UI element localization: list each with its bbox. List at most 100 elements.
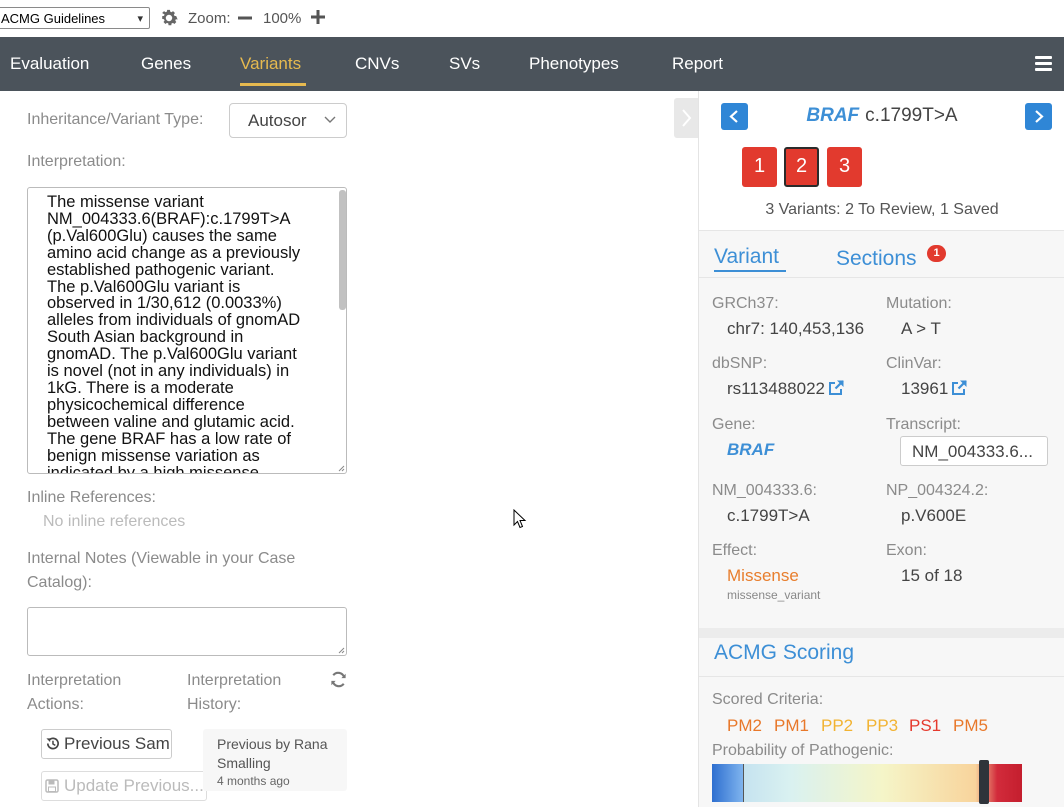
transcript-select[interactable]: NM_004333.6... [900, 436, 1048, 466]
panel-collapse-button[interactable] [674, 98, 698, 138]
tab-sections[interactable]: Sections [836, 247, 917, 271]
gene-label: Gene: [712, 416, 756, 433]
inheritance-select[interactable]: Autosor [229, 103, 347, 138]
external-link-icon [952, 380, 968, 395]
interpretation-text: The missense variant NM_004333.6(BRAF):c… [47, 193, 301, 474]
criterion-pm1[interactable]: PM1 [774, 716, 809, 736]
tab-phenotypes[interactable]: Phenotypes [529, 54, 619, 74]
exon-label: Exon: [886, 542, 927, 559]
history-icon [46, 737, 59, 750]
actions-label-cont: Actions: [27, 696, 84, 713]
tab-svs[interactable]: SVs [449, 54, 480, 74]
tab-cnvs[interactable]: CNVs [355, 54, 399, 74]
interpretation-textarea[interactable]: The missense variant NM_004333.6(BRAF):c… [27, 187, 347, 474]
variant-button-1[interactable]: 1 [742, 147, 777, 187]
section-divider [699, 628, 1064, 638]
sections-badge: 1 [927, 245, 946, 262]
acmg-header-divider [699, 676, 1064, 677]
chevron-right-icon [1035, 110, 1044, 123]
mutation-value: A > T [901, 319, 941, 338]
interpretation-label: Interpretation: [27, 153, 126, 170]
resize-grip-icon[interactable] [337, 464, 345, 472]
variant-hgvs: c.1799T>A [865, 105, 958, 126]
grch37-label: GRCh37: [712, 295, 779, 312]
zoom-in-icon[interactable] [309, 8, 327, 26]
grch37-value: chr7: 140,453,136 [727, 319, 865, 338]
np-value: p.V600E [901, 506, 967, 525]
chevron-down-icon [324, 116, 336, 123]
mutation-label: Mutation: [886, 295, 952, 312]
dbsnp-link[interactable]: rs113488022 [727, 379, 845, 399]
menu-icon[interactable] [1035, 56, 1052, 72]
nm-value: c.1799T>A [727, 506, 810, 525]
dbsnp-label: dbSNP: [712, 355, 768, 372]
criterion-pp3[interactable]: PP3 [866, 716, 898, 736]
variant-gene[interactable]: BRAF [806, 105, 859, 126]
tab-genes[interactable]: Genes [141, 54, 191, 74]
internal-notes-label-cont: Catalog): [27, 574, 92, 591]
mouse-cursor-icon [513, 509, 527, 529]
zoom-value: 100% [263, 10, 302, 27]
internal-notes-label: Internal Notes (Viewable in your Case [27, 550, 296, 567]
previous-samples-button[interactable]: Previous Samples [41, 729, 172, 759]
history-label-cont: History: [187, 696, 242, 713]
variant-button-3[interactable]: 3 [827, 147, 862, 187]
criterion-pm5[interactable]: PM5 [953, 716, 988, 736]
chevron-down-icon: ▾ [137, 13, 143, 25]
effect-subvalue: missense_variant [727, 588, 821, 602]
refresh-icon[interactable] [329, 670, 348, 689]
criterion-pm2[interactable]: PM2 [727, 716, 762, 736]
textarea-scrollbar[interactable] [339, 190, 346, 310]
acmg-scoring-title[interactable]: ACMG Scoring [714, 641, 854, 665]
no-inline-refs: No inline references [43, 513, 186, 530]
clinvar-value: 13961 [901, 379, 949, 398]
variant-button-2[interactable]: 2 [784, 147, 819, 187]
probability-label: Probability of Pathogenic: [712, 742, 894, 759]
dbsnp-value: rs113488022 [727, 379, 825, 398]
clinvar-link[interactable]: 13961 [901, 379, 968, 399]
transcript-label: Transcript: [886, 416, 961, 433]
next-variant-button[interactable] [1025, 103, 1052, 130]
effect-label: Effect: [712, 542, 758, 559]
history-entry-time: 4 months ago [217, 774, 290, 788]
main-nav: Evaluation Genes Variants CNVs SVs Pheno… [0, 37, 1064, 91]
save-icon [45, 779, 59, 793]
probability-marker [979, 760, 989, 804]
tab-report[interactable]: Report [672, 54, 723, 74]
criterion-ps1[interactable]: PS1 [909, 716, 941, 736]
np-label: NP_004324.2: [886, 482, 989, 499]
history-entry[interactable]: Previous by Rana Smalling 4 months ago [203, 729, 347, 791]
zoom-out-icon[interactable] [236, 9, 254, 27]
criterion-pp2[interactable]: PP2 [821, 716, 853, 736]
internal-notes-textarea[interactable] [27, 607, 347, 656]
chevron-right-icon [682, 109, 692, 127]
update-previous-label: Update Previous... [64, 776, 204, 795]
nm-label: NM_004333.6: [712, 482, 817, 499]
inheritance-label: Inheritance/Variant Type: [27, 111, 204, 128]
guideline-select[interactable]: ACMG Guidelines ▾ [0, 7, 150, 29]
history-entry-title: Previous by Rana Smalling [217, 736, 328, 771]
tab-variants[interactable]: Variants [240, 54, 301, 74]
active-panel-tab-indicator [714, 270, 786, 272]
scored-criteria-label: Scored Criteria: [712, 691, 824, 708]
pathogenic-probability-bar [712, 764, 1022, 802]
clinvar-label: ClinVar: [886, 355, 942, 372]
external-link-icon [829, 380, 844, 395]
variant-panel: BRAF c.1799T>A 1 2 3 3 Variants: 2 To Rev… [698, 91, 1064, 807]
previous-samples-label: Previous Samples [64, 734, 171, 753]
top-toolbar: ACMG Guidelines ▾ Zoom: 100% [0, 0, 1064, 37]
update-previous-button[interactable]: Update Previous... [41, 771, 207, 801]
zoom-label: Zoom: [188, 10, 231, 27]
tab-evaluation[interactable]: Evaluation [10, 54, 89, 74]
probability-benign-segment [712, 764, 744, 802]
gene-value[interactable]: BRAF [727, 440, 774, 460]
exon-value: 15 of 18 [901, 566, 963, 585]
guideline-select-value: ACMG Guidelines [1, 10, 106, 26]
resize-grip-icon[interactable] [337, 646, 345, 654]
gear-icon[interactable] [158, 7, 180, 29]
variant-title: BRAF c.1799T>A [699, 105, 1064, 127]
inline-refs-label: Inline References: [27, 489, 156, 506]
active-tab-indicator [240, 83, 306, 86]
inheritance-select-value: Autosor [248, 111, 307, 130]
tab-variant[interactable]: Variant [714, 245, 779, 269]
